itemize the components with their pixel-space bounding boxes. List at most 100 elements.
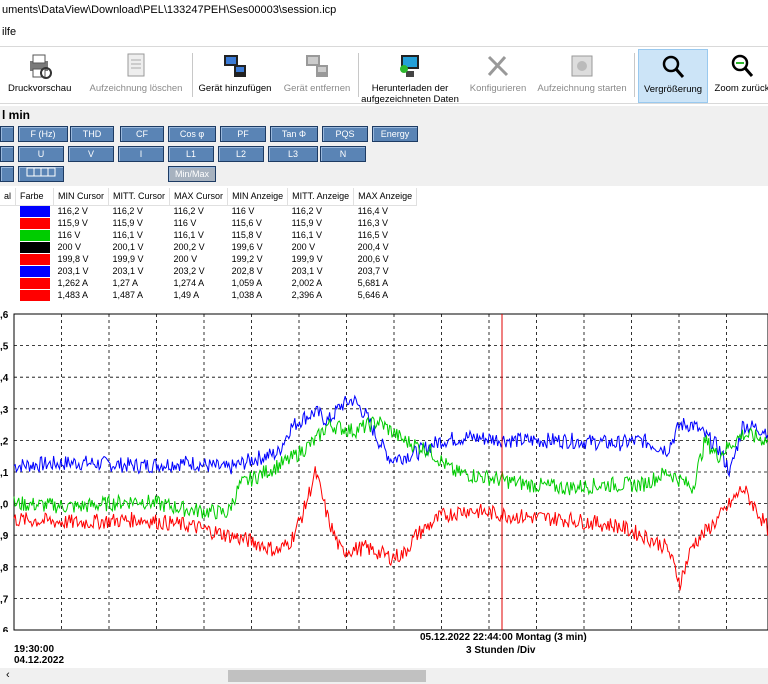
table-row[interactable]: 199,8 V 199,9 V 200 V 199,2 V 199,9 V 200,6 V	[0, 253, 417, 265]
value-cell: 5,646 A	[357, 289, 389, 300]
value-cell: 5,681 A	[357, 277, 389, 288]
param-energy-button[interactable]: Energy	[372, 126, 418, 142]
table-row[interactable]: 116 V 116,1 V 116,1 V 115,8 V 116,1 V 116,5 V	[0, 229, 417, 241]
param-u-button[interactable]: U	[18, 146, 64, 162]
remove-device-button[interactable]: Gerät entfernen	[281, 49, 353, 103]
param-l1-button[interactable]: L1	[168, 146, 214, 162]
col-header: al	[0, 188, 17, 206]
channel-cell	[0, 265, 16, 277]
table-row[interactable]: 116,2 V 116,2 V 116,2 V 116 V 116,2 V 116,4 V	[0, 205, 417, 217]
value-cell: 203,1 V	[57, 265, 89, 276]
col-header: MITT. Cursor	[108, 188, 171, 206]
horizontal-scrollbar[interactable]: ‹	[0, 668, 768, 684]
table-view-button[interactable]	[18, 166, 64, 182]
y-tick-label: ,5	[0, 342, 9, 353]
download-button[interactable]: Herunterladen der aufgezeichneten Daten	[360, 49, 460, 105]
value-cell: 199,6 V	[231, 241, 263, 252]
menu-help[interactable]: ilfe	[0, 22, 768, 44]
table-row[interactable]: 115,9 V 115,9 V 116 V 115,6 V 115,9 V 116,3 V	[0, 217, 417, 229]
color-cell	[16, 277, 54, 289]
print-preview-button[interactable]: Druckvorschau	[8, 49, 71, 103]
col-header: MAX Cursor	[169, 188, 229, 206]
scrollbar-thumb[interactable]	[228, 670, 426, 682]
param-thd-button[interactable]: THD	[70, 126, 114, 142]
value-cell: 203,7 V	[357, 265, 389, 276]
row1-toggle[interactable]	[0, 126, 14, 142]
zoom-back-button[interactable]: Zoom zurück	[712, 49, 768, 103]
value-cell: 199,2 V	[231, 253, 263, 264]
add-device-icon	[224, 55, 246, 77]
value-cell: 200 V	[173, 253, 198, 264]
param-n-button[interactable]: N	[320, 146, 366, 162]
value-cell: 1,262 A	[57, 277, 89, 288]
table-row[interactable]: 200 V 200,1 V 200,2 V 199,6 V 200 V 200,4 V	[0, 241, 417, 253]
configure-button[interactable]: Konfigurieren	[466, 49, 530, 103]
channel-cell	[0, 229, 16, 241]
start-record-icon	[571, 55, 593, 77]
value-cell: 1,487 A	[112, 289, 144, 300]
param-pf-button[interactable]: PF	[220, 126, 266, 142]
value-cell: 200 V	[57, 241, 82, 252]
param-i-button[interactable]: I	[118, 146, 164, 162]
color-cell	[16, 241, 54, 253]
color-swatch	[19, 205, 50, 217]
value-cell: 1,49 A	[173, 289, 200, 300]
param-pqs-button[interactable]: PQS	[322, 126, 368, 142]
value-cell: 116,1 V	[291, 229, 322, 240]
value-cell: 116,1 V	[173, 229, 204, 240]
color-cell	[16, 253, 54, 265]
x-start-time: 19:30:00	[14, 644, 55, 655]
chart-svg[interactable]: ,6,5,4,3,2,1,0,9,8,7,6	[0, 310, 768, 637]
param-cos-phi-button[interactable]: Cos φ	[168, 126, 216, 142]
param-l2-button[interactable]: L2	[218, 146, 264, 162]
table-row[interactable]: 1,262 A 1,27 A 1,274 A 1,059 A 2,002 A 5,681 …	[0, 277, 417, 289]
configure-icon	[487, 55, 509, 77]
param-cf-button[interactable]: CF	[120, 126, 164, 142]
zoom-back-label: Zoom zurück	[714, 83, 768, 94]
value-cell: 199,9 V	[291, 253, 323, 264]
panel-title: l min	[0, 106, 768, 124]
color-swatch	[19, 277, 50, 289]
chart-area[interactable]: ,6,5,4,3,2,1,0,9,8,7,6	[0, 310, 768, 637]
value-cell: 2,002 A	[291, 277, 323, 288]
row2-toggle[interactable]	[0, 146, 14, 162]
param-f-hz-button[interactable]: F (Hz)	[18, 126, 68, 142]
table-row[interactable]: 203,1 V 203,1 V 203,2 V 202,8 V 203,1 V 203,7…	[0, 265, 417, 277]
min-max-button[interactable]: Min/Max	[168, 166, 216, 182]
col-header: MITT. Anzeige	[287, 188, 355, 206]
toolbar: Druckvorschau Aufzeichnung löschen Gerät…	[0, 46, 768, 105]
value-cell: 1,059 A	[231, 277, 263, 288]
value-cell: 1,274 A	[173, 277, 205, 288]
color-cell	[16, 217, 54, 229]
add-device-button[interactable]: Gerät hinzufügen	[197, 49, 273, 103]
toolbar-separator	[634, 53, 635, 97]
scroll-left-icon[interactable]: ‹	[6, 669, 10, 681]
param-tan-phi-button[interactable]: Tan Φ	[270, 126, 318, 142]
value-cell: 202,8 V	[231, 265, 263, 276]
col-header: Farbe	[15, 188, 55, 206]
value-cell: 115,6 V	[231, 217, 262, 228]
remove-device-icon	[306, 55, 328, 77]
x-start-date: 04.12.2022	[14, 655, 65, 666]
value-cell: 200,6 V	[357, 253, 389, 264]
channel-cell	[0, 205, 16, 217]
values-table: al Farbe MIN Cursor MITT. Cursor MAX Cur…	[0, 188, 768, 310]
parameter-controls: F (Hz) THD CF Cos φ PF Tan Φ PQS Energy …	[0, 124, 768, 186]
color-swatch	[19, 253, 50, 265]
value-cell: 116 V	[57, 229, 81, 240]
value-cell: 115,9 V	[112, 217, 143, 228]
start-record-button[interactable]: Aufzeichnung starten	[536, 49, 628, 103]
param-v-button[interactable]: V	[68, 146, 114, 162]
table-row[interactable]: 1,483 A 1,487 A 1,49 A 1,038 A 2,396 A 5,646 …	[0, 289, 417, 301]
zoom-button[interactable]: Vergrößerung	[638, 49, 708, 103]
color-swatch	[19, 289, 50, 301]
value-cell: 200,1 V	[112, 241, 144, 252]
delete-record-button[interactable]: Aufzeichnung löschen	[86, 49, 186, 103]
col-header: MAX Anzeige	[353, 188, 418, 206]
value-cell: 116,5 V	[357, 229, 388, 240]
value-cell: 116,2 V	[173, 205, 204, 216]
download-label: Herunterladen der aufgezeichneten Daten	[361, 83, 459, 105]
table-view-icon	[26, 167, 56, 177]
row3-toggle[interactable]	[0, 166, 14, 182]
param-l3-button[interactable]: L3	[268, 146, 318, 162]
